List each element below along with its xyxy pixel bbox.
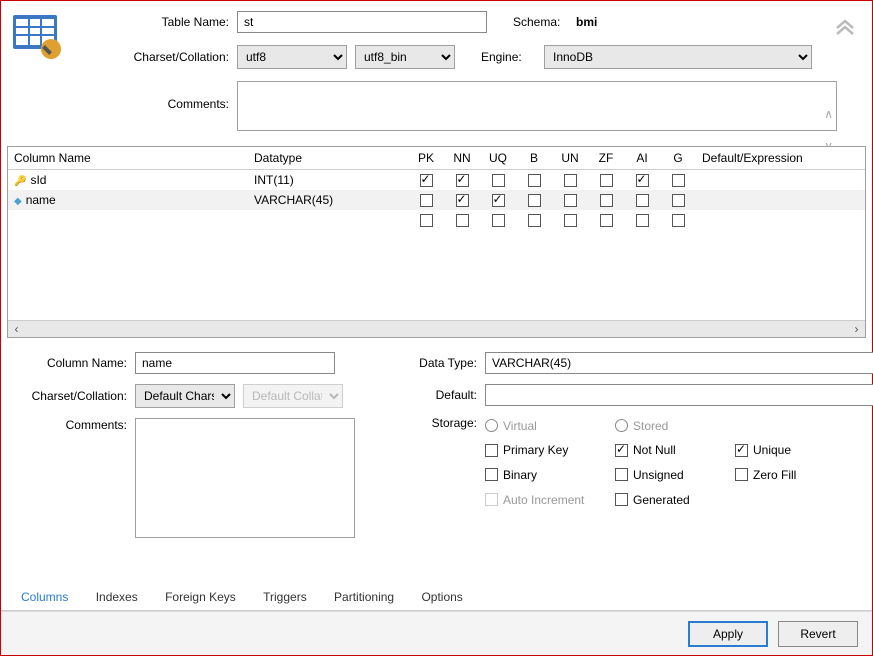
grid-header-pk[interactable]: PK [408,147,444,170]
grid-checkbox[interactable] [492,174,505,187]
storage-label: Storage: [405,416,477,430]
grid-header-ai[interactable]: AI [624,147,660,170]
scroll-up-icon[interactable]: ∧ [824,107,833,121]
charset-select[interactable]: utf8 [237,45,347,69]
table-row[interactable] [8,210,865,230]
grid-checkbox[interactable] [564,214,577,227]
grid-checkbox[interactable] [636,174,649,187]
grid-checkbox[interactable] [672,194,685,207]
grid-header-nn[interactable]: NN [444,147,480,170]
key-icon: 🔑 [14,176,26,187]
default-input[interactable] [485,384,873,406]
table-name-input[interactable] [237,11,487,33]
grid-checkbox[interactable] [456,194,469,207]
primary-key-check[interactable]: Primary Key [485,442,615,457]
detail-charset-label: Charset/Collation: [15,389,127,403]
grid-checkbox[interactable] [564,174,577,187]
grid-checkbox[interactable] [600,174,613,187]
revert-button[interactable]: Revert [778,621,858,647]
stored-radio[interactable]: Stored [615,418,735,433]
datatype-input[interactable] [485,352,873,374]
grid-header-datatype[interactable]: Datatype [248,147,408,170]
tab-triggers[interactable]: Triggers [251,584,319,610]
table-row[interactable]: ◆ name VARCHAR(45) [8,190,865,210]
detail-comments-textarea[interactable] [135,418,355,538]
default-label: Default: [405,388,477,402]
grid-header-column-name[interactable]: Column Name [8,147,248,170]
column-name-label: Column Name: [15,356,127,370]
tab-foreign-keys[interactable]: Foreign Keys [153,584,248,610]
columns-grid[interactable]: Column Name Datatype PK NN UQ B UN ZF AI… [7,146,866,338]
collation-select[interactable]: utf8_bin [355,45,455,69]
unique-check[interactable]: Unique [735,442,835,457]
schema-label: Schema: [513,15,568,29]
table-name-label: Table Name: [81,15,229,29]
detail-charset-select[interactable]: Default Charset [135,384,235,408]
table-row[interactable]: 🔑 sId INT(11) [8,170,865,190]
grid-checkbox[interactable] [492,194,505,207]
generated-check[interactable]: Generated [615,492,735,507]
grid-checkbox[interactable] [528,174,541,187]
grid-header-uq[interactable]: UQ [480,147,516,170]
grid-checkbox[interactable] [672,174,685,187]
tab-indexes[interactable]: Indexes [84,584,150,610]
grid-cell-datatype: INT(11) [254,173,294,187]
grid-header-g[interactable]: G [660,147,696,170]
grid-header-zf[interactable]: ZF [588,147,624,170]
grid-checkbox[interactable] [528,214,541,227]
detail-collation-select[interactable]: Default Collation [243,384,343,408]
grid-checkbox[interactable] [492,214,505,227]
auto-increment-check[interactable]: Auto Increment [485,492,615,507]
unsigned-check[interactable]: Unsigned [615,467,735,482]
grid-checkbox[interactable] [420,174,433,187]
grid-checkbox[interactable] [420,214,433,227]
column-name-input[interactable] [135,352,335,374]
horizontal-scrollbar[interactable]: ‹ › [8,320,865,337]
charset-collation-label: Charset/Collation: [81,50,229,64]
grid-cell-name: name [26,193,56,207]
tab-options[interactable]: Options [409,584,474,610]
detail-comments-label: Comments: [15,418,127,432]
engine-select[interactable]: InnoDB [544,45,812,69]
grid-cell-name: sId [30,173,46,187]
datatype-label: Data Type: [405,356,477,370]
grid-checkbox[interactable] [456,174,469,187]
binary-check[interactable]: Binary [485,467,615,482]
not-null-check[interactable]: Not Null [615,442,735,457]
grid-checkbox[interactable] [672,214,685,227]
grid-checkbox[interactable] [636,214,649,227]
column-icon: ◆ [14,196,22,207]
tab-columns[interactable]: Columns [9,584,80,610]
grid-checkbox[interactable] [636,194,649,207]
grid-checkbox[interactable] [456,214,469,227]
virtual-radio[interactable]: Virtual [485,418,615,433]
collapse-icon[interactable] [834,15,856,44]
grid-header-default[interactable]: Default/Expression [696,147,865,170]
apply-button[interactable]: Apply [688,621,768,647]
tab-bar: Columns Indexes Foreign Keys Triggers Pa… [1,584,872,611]
schema-value: bmi [576,15,597,29]
table-editor-icon [11,11,63,63]
comments-textarea[interactable] [237,81,837,131]
zero-fill-check[interactable]: Zero Fill [735,467,835,482]
grid-cell-datatype: VARCHAR(45) [254,193,333,207]
grid-header-b[interactable]: B [516,147,552,170]
grid-checkbox[interactable] [564,194,577,207]
grid-checkbox[interactable] [528,194,541,207]
engine-label: Engine: [481,50,536,64]
grid-checkbox[interactable] [600,214,613,227]
grid-checkbox[interactable] [600,194,613,207]
scroll-left-icon[interactable]: ‹ [8,320,25,337]
tab-partitioning[interactable]: Partitioning [322,584,406,610]
grid-header-un[interactable]: UN [552,147,588,170]
scroll-right-icon[interactable]: › [848,320,865,337]
grid-checkbox[interactable] [420,194,433,207]
comments-label: Comments: [81,81,229,111]
